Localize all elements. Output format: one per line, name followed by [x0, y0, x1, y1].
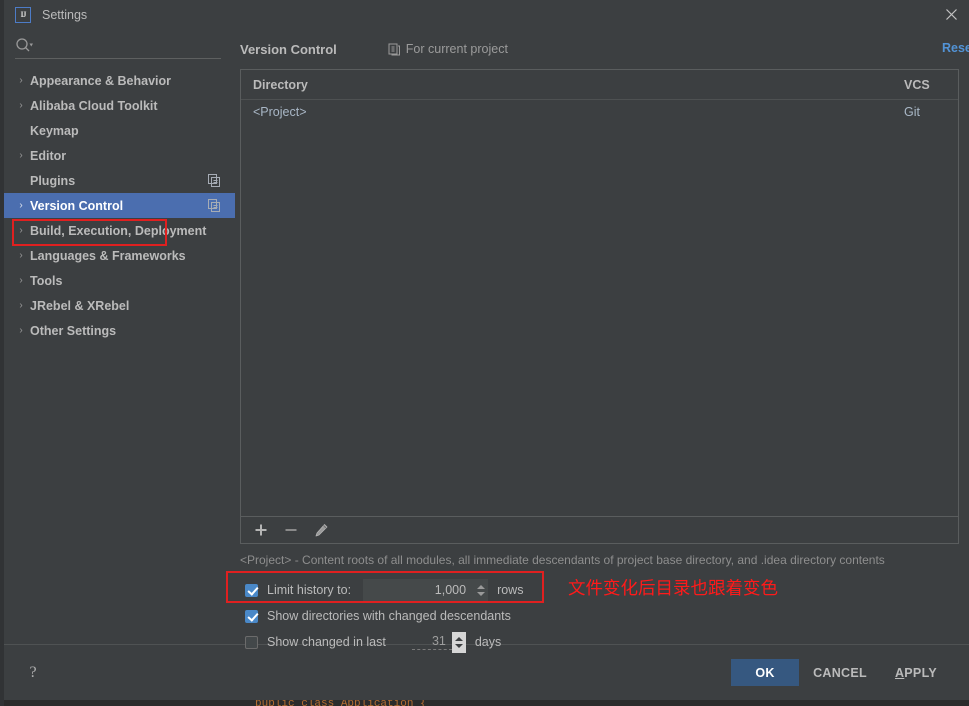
sidebar-item-label: Other Settings	[30, 323, 117, 338]
chevron-right-icon[interactable]: ›	[12, 250, 30, 261]
value-limit-history: 1,000	[434, 583, 467, 597]
option-row-limit-history: Limit history to: 1,000 rows	[245, 577, 959, 603]
option-row-show-changed-in-last: Show changed in last 31 days	[245, 629, 959, 655]
sidebar-item-languages-frameworks[interactable]: › Languages & Frameworks	[4, 243, 235, 268]
sidebar-item-label: Version Control	[30, 198, 124, 213]
unit-show-changed-in-last: days	[474, 635, 502, 649]
option-row-show-changed-descendants: Show directories with changed descendant…	[245, 603, 959, 629]
chevron-right-icon[interactable]: ›	[12, 275, 30, 286]
spinner-limit-history[interactable]	[474, 580, 487, 600]
sidebar-item-build-execution-deployment[interactable]: › Build, Execution, Deployment	[4, 218, 235, 243]
panel-header: Version Control For current project Rese…	[240, 29, 969, 69]
value-show-changed-in-last: 31	[411, 634, 452, 650]
edit-pencil-icon[interactable]	[310, 519, 332, 541]
search-input[interactable]	[15, 33, 221, 58]
chevron-right-icon[interactable]: ›	[12, 325, 30, 336]
chevron-right-icon[interactable]: ›	[12, 75, 30, 86]
sidebar-item-label: Keymap	[30, 123, 79, 138]
unit-limit-history: rows	[497, 583, 524, 597]
apply-rest: PPLY	[904, 665, 937, 680]
close-icon[interactable]	[939, 3, 963, 25]
vcs-directory-table: Directory VCS <Project> Git	[240, 69, 959, 517]
sidebar-item-label: Languages & Frameworks	[30, 248, 186, 263]
table-header-row: Directory VCS	[241, 70, 958, 100]
page-title: Version Control	[240, 41, 337, 57]
reset-link[interactable]: Reset	[942, 41, 969, 55]
sidebar-item-tools[interactable]: › Tools	[4, 268, 235, 293]
project-scope-glyph	[388, 43, 400, 55]
dialog-title: Settings	[42, 7, 88, 22]
sidebar-item-label: Tools	[30, 273, 63, 288]
table-body: <Project> Git	[241, 100, 958, 516]
settings-tree: › Appearance & Behavior › Alibaba Cloud Too…	[4, 62, 235, 644]
duplicate-glyph	[208, 199, 220, 212]
sidebar-item-label: Alibaba Cloud Toolkit	[30, 98, 158, 113]
column-header-vcs[interactable]: VCS	[904, 78, 944, 92]
sidebar-item-alibaba-cloud-toolkit[interactable]: › Alibaba Cloud Toolkit	[4, 93, 235, 118]
sidebar-item-plugins[interactable]: Plugins	[4, 168, 235, 193]
dialog-body: › Appearance & Behavior › Alibaba Cloud Too…	[4, 29, 969, 653]
close-glyph	[945, 8, 957, 20]
intellij-logo-icon: IJ	[15, 6, 31, 23]
sidebar-item-other-settings[interactable]: › Other Settings	[4, 318, 235, 343]
input-limit-history[interactable]: 1,000	[363, 579, 489, 601]
apply-mnemonic: A	[894, 665, 905, 680]
option-label-limit-history: Limit history to:	[267, 583, 352, 597]
chevron-right-icon[interactable]: ›	[12, 300, 30, 311]
chevron-right-icon[interactable]: ›	[12, 225, 30, 236]
spinner-up-icon[interactable]	[476, 584, 485, 589]
sidebar-item-keymap[interactable]: Keymap	[4, 118, 235, 143]
duplicate-glyph	[208, 174, 220, 187]
cell-vcs: Git	[904, 105, 920, 119]
spinner-show-changed-in-last[interactable]	[451, 631, 466, 653]
add-icon[interactable]	[250, 519, 272, 541]
sidebar-item-editor[interactable]: › Editor	[4, 143, 235, 168]
sidebar-item-label: Editor	[30, 148, 67, 163]
table-toolbar	[240, 517, 959, 544]
sidebar-item-version-control[interactable]: › Version Control	[4, 193, 235, 218]
sidebar-item-label: Appearance & Behavior	[30, 73, 172, 88]
checkbox-limit-history[interactable]	[245, 583, 258, 597]
scope-indicator[interactable]: For current project	[388, 42, 508, 56]
search-underline	[15, 58, 221, 59]
option-label-show-changed-descendants: Show directories with changed descendant…	[267, 609, 511, 623]
cell-directory: <Project>	[253, 105, 307, 119]
sidebar-item-appearance-behavior[interactable]: › Appearance & Behavior	[4, 68, 235, 93]
option-label-show-changed-in-last: Show changed in last	[267, 635, 386, 649]
ok-button[interactable]: OK	[731, 659, 800, 686]
project-scope-icon	[388, 43, 401, 56]
scope-label: For current project	[405, 42, 508, 56]
remove-icon[interactable]	[280, 519, 302, 541]
sidebar-item-label: Build, Execution, Deployment	[30, 223, 207, 238]
sidebar-item-label: JRebel & XRebel	[30, 298, 130, 313]
version-control-panel: Version Control For current project Rese…	[235, 29, 969, 653]
table-hint-text: <Project> - Content roots of all modules…	[240, 553, 885, 567]
cancel-button[interactable]: CANCEL	[799, 659, 881, 686]
spinner-down-icon[interactable]	[454, 643, 463, 648]
add-glyph	[255, 524, 267, 536]
help-button[interactable]: ?	[22, 662, 44, 684]
apply-button[interactable]: A PPLY	[881, 659, 951, 686]
chevron-right-icon[interactable]: ›	[12, 100, 30, 111]
settings-dialog: IJ Settings › Appearance & Behavior › Al…	[4, 0, 969, 700]
chevron-right-icon[interactable]: ›	[12, 200, 30, 211]
sidebar-item-jrebel-xrebel[interactable]: › JRebel & XRebel	[4, 293, 235, 318]
options-list: Limit history to: 1,000 rows Show directori…	[240, 577, 959, 655]
spinner-down-icon[interactable]	[476, 591, 485, 596]
duplicate-settings-icon[interactable]	[208, 199, 221, 212]
checkbox-show-changed-in-last[interactable]	[245, 635, 258, 649]
settings-sidebar: › Appearance & Behavior › Alibaba Cloud Too…	[4, 29, 235, 644]
input-show-changed-in-last[interactable]: 31	[411, 631, 466, 653]
checkbox-show-changed-descendants[interactable]	[245, 609, 258, 623]
table-row[interactable]: <Project> Git	[241, 100, 958, 124]
pencil-glyph	[315, 523, 327, 536]
column-header-directory[interactable]: Directory	[253, 78, 904, 92]
remove-glyph	[285, 529, 297, 531]
sidebar-search[interactable]	[4, 29, 235, 62]
sidebar-item-label: Plugins	[30, 173, 76, 188]
chevron-right-icon[interactable]: ›	[12, 150, 30, 161]
spinner-up-icon[interactable]	[454, 636, 463, 641]
dialog-titlebar: IJ Settings	[4, 0, 969, 29]
duplicate-settings-icon[interactable]	[208, 174, 221, 187]
